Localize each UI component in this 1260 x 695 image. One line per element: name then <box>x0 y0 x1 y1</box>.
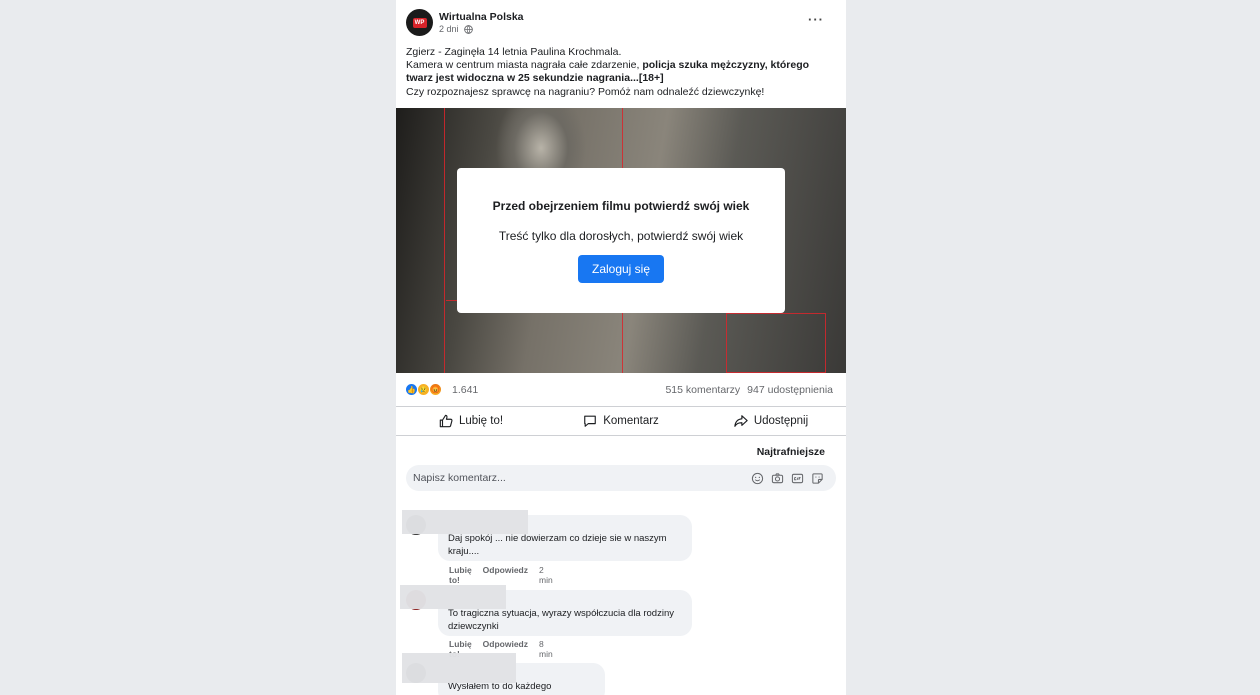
angry-reaction-icon: 😡 <box>429 383 442 396</box>
wp-logo-icon: WP <box>412 17 427 28</box>
post-stats: 515 komentarzy 947 udostępnienia <box>665 384 833 396</box>
comment-button-label: Komentarz <box>603 415 659 427</box>
like-button-label: Lubię to! <box>458 415 504 427</box>
comment-time[interactable]: 2 min <box>539 565 553 585</box>
redacted-name <box>402 510 528 534</box>
comment-reply-link[interactable]: Odpowiedz <box>483 565 528 585</box>
post-header: WP Wirtualna Polska 2 dni ··· <box>406 9 836 37</box>
comment-text: To tragiczna sytuacja, wyrazy współczuci… <box>448 608 674 632</box>
post-actions: Lubię to! Komentarz Udostępnij <box>396 407 846 435</box>
divider <box>396 435 846 436</box>
age-gate-title: Przed obejrzeniem filmu potwierdź swój w… <box>492 199 750 213</box>
redacted-name <box>402 653 516 683</box>
redacted-name <box>400 585 506 609</box>
reaction-icons[interactable]: 👍 😢 😡 <box>405 383 442 396</box>
more-options-icon[interactable]: ··· <box>808 13 824 26</box>
comment-icon <box>584 415 597 427</box>
share-button-label: Udostępnij <box>753 415 809 427</box>
video-thumbnail[interactable]: Przed obejrzeniem filmu potwierdź swój w… <box>396 108 846 373</box>
comment-text: Daj spokój ... nie dowierzam co dzieje s… <box>448 533 667 557</box>
post-text: Zgierz - Zaginęła 14 letnia Paulina Kroc… <box>406 46 836 99</box>
comment-text: Wysłałem to do każdego znajomego... <box>448 681 552 695</box>
page-name-link[interactable]: Wirtualna Polska <box>439 11 524 23</box>
comment-actions: Lubię to! Odpowiedz 2 min <box>449 565 553 585</box>
age-verification-dialog: Przed obejrzeniem filmu potwierdź swój w… <box>457 168 785 313</box>
camera-icon[interactable] <box>770 471 784 485</box>
detection-box-line <box>444 108 445 373</box>
sticker-icon[interactable] <box>810 471 824 485</box>
post-text-line2: Kamera w centrum miasta nagrała całe zda… <box>406 59 810 85</box>
post-meta: 2 dni <box>439 24 473 34</box>
post-text-line3: Czy rozpoznajesz sprawcę na nagraniu? Po… <box>406 85 765 98</box>
comment-input-icons <box>750 471 824 485</box>
share-button[interactable]: Udostępnij <box>696 407 846 435</box>
post-text-line1: Zgierz - Zaginęła 14 letnia Paulina Kroc… <box>406 46 622 58</box>
share-icon <box>734 415 748 427</box>
globe-icon <box>463 24 473 34</box>
reactions-bar: 👍 😢 😡 1.641 515 komentarzy 947 udostępni… <box>396 378 846 402</box>
detection-box <box>726 313 826 373</box>
comment-button[interactable]: Komentarz <box>546 407 696 435</box>
reaction-count[interactable]: 1.641 <box>452 384 478 396</box>
comment-input-box <box>406 465 836 491</box>
age-gate-subtitle: Treść tylko dla dorosłych, potwierdź swó… <box>498 229 744 243</box>
comment-time[interactable]: 8 min <box>539 639 553 659</box>
login-button[interactable]: Zaloguj się <box>578 255 664 283</box>
sort-comments-dropdown[interactable]: Najtrafniejsze <box>757 446 825 458</box>
facebook-post: WP Wirtualna Polska 2 dni ··· Zgierz - Z… <box>396 0 846 695</box>
comments-count[interactable]: 515 komentarzy <box>665 384 740 396</box>
comment-input[interactable] <box>413 465 743 491</box>
emoji-icon[interactable] <box>750 471 764 485</box>
gif-icon[interactable] <box>790 471 804 485</box>
comment-like-link[interactable]: Lubię to! <box>449 565 472 585</box>
page-avatar[interactable]: WP <box>406 9 433 36</box>
shares-count[interactable]: 947 udostępnienia <box>747 384 833 396</box>
thumbs-up-icon <box>439 414 453 428</box>
like-button[interactable]: Lubię to! <box>396 407 546 435</box>
post-time[interactable]: 2 dni <box>439 24 459 34</box>
